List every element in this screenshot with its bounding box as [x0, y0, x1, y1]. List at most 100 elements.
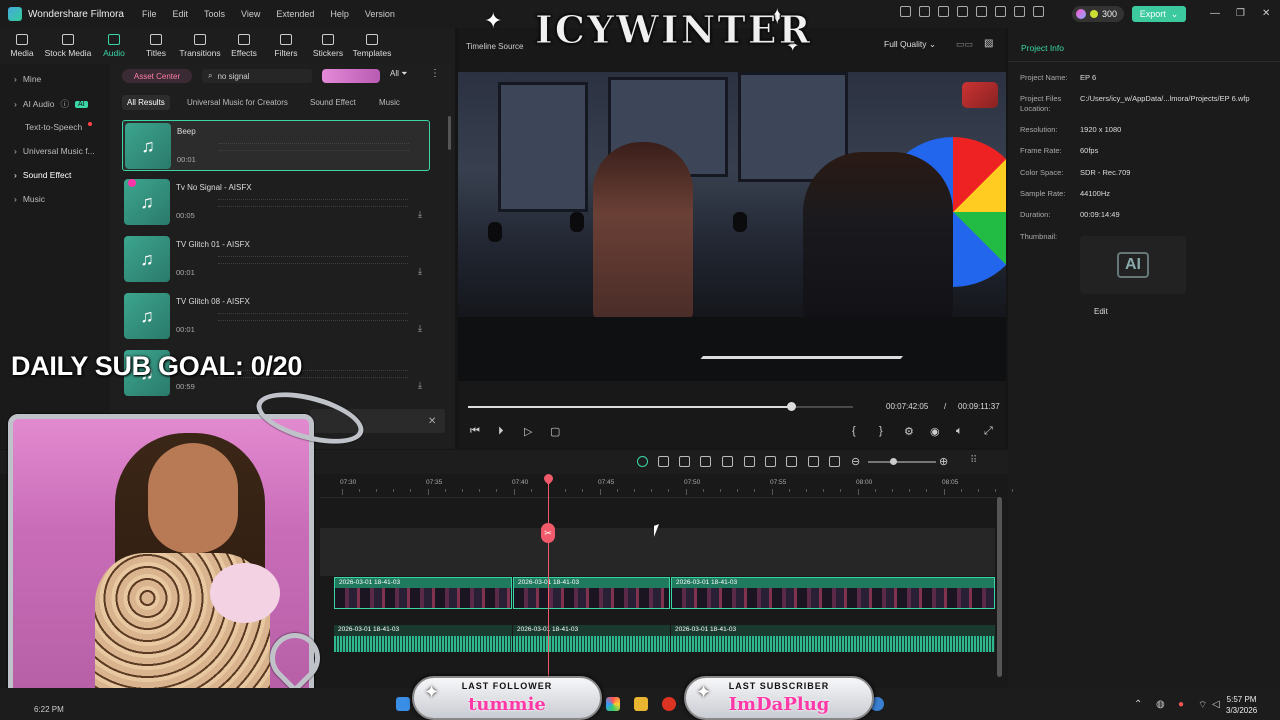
render-icon[interactable]: ⚙ [904, 425, 914, 438]
timeline-ruler[interactable]: 07:30 07:35 07:40 07:45 07:50 07:55 08:00 08:05 [320, 476, 1013, 498]
list-item[interactable]: ♫ Tv No Signal - AISFX 00:05 ⤓ [122, 177, 430, 228]
list-item[interactable]: ♫ TV Glitch 08 - AISFX 00:01 ⤓ [122, 291, 430, 342]
audio-clip[interactable]: 2026-03-01 18-41-03 [671, 625, 995, 652]
image-icon[interactable] [957, 6, 968, 17]
zoom-slider[interactable] [868, 458, 936, 465]
mixer-icon[interactable] [786, 456, 797, 467]
camera-icon[interactable]: ◉ [930, 425, 940, 438]
filter-music[interactable]: Music [379, 98, 400, 107]
nav-sound-effect[interactable]: › Sound Effect [14, 170, 71, 180]
credits-badge[interactable]: 300 [1072, 6, 1124, 22]
video-clip[interactable]: 2026-03-01 18-41-03 [513, 577, 670, 609]
filter-universal-music[interactable]: Universal Music for Creators [187, 98, 288, 107]
close-icon[interactable]: ✕ [428, 416, 436, 427]
crop-icon[interactable] [679, 456, 690, 467]
tool-transitions[interactable]: Transitions [178, 28, 222, 64]
export-button[interactable]: Export ⌄ [1132, 6, 1186, 22]
layout-icon[interactable]: ▭▭ [956, 39, 973, 50]
subtitle-icon[interactable] [808, 456, 819, 467]
folder-icon[interactable] [634, 697, 648, 711]
cloud-icon[interactable] [995, 6, 1006, 17]
list-item[interactable]: ♫ TV Glitch 01 - AISFX 00:01 ⤓ [122, 234, 430, 285]
tool-media[interactable]: Media [2, 28, 42, 64]
caption-icon[interactable] [829, 456, 840, 467]
scrubber-handle[interactable] [787, 402, 797, 411]
send-icon[interactable] [919, 6, 930, 17]
fullscreen-icon[interactable]: ⤢ [984, 425, 993, 438]
filter-sound-effect[interactable]: Sound Effect [310, 98, 356, 107]
quality-dropdown[interactable]: Full Quality ⌄ [884, 39, 936, 50]
nav-mine[interactable]: › Mine [14, 74, 41, 84]
nav-music[interactable]: › Music [14, 194, 45, 204]
more-options-icon[interactable]: ⋮ [430, 68, 440, 79]
mark-in-icon[interactable]: { [852, 425, 856, 437]
volume-icon[interactable]: ◁ [1212, 699, 1220, 710]
scissors-icon[interactable]: ✂ [541, 523, 555, 543]
ai-copilot-icon[interactable] [637, 456, 648, 467]
thumbnail-preview[interactable]: AI [1080, 236, 1186, 294]
menu-version[interactable]: Version [365, 9, 395, 19]
menu-extended[interactable]: Extended [276, 9, 314, 19]
close-icon[interactable]: ✕ [1262, 8, 1270, 19]
volume-icon[interactable]: 🔈︎ [956, 425, 963, 438]
preview-scrubber[interactable] [468, 402, 853, 411]
download-icon[interactable]: ⤓ [418, 266, 422, 277]
windows-start-icon[interactable] [396, 697, 410, 711]
video-clip[interactable]: 2026-03-01 18-41-03 [671, 577, 995, 609]
timeline-scrollbar[interactable] [997, 497, 1002, 677]
monitor-icon[interactable] [938, 6, 949, 17]
speed-icon[interactable] [700, 456, 711, 467]
all-filter-dropdown[interactable]: All ⏷ [390, 69, 408, 79]
nav-ai-audio[interactable]: › AI Audio ⓘ AI [14, 98, 88, 110]
menu-file[interactable]: File [142, 9, 157, 19]
playhead[interactable] [548, 478, 549, 678]
audio-clip[interactable]: 2026-03-01 18-41-03 [334, 625, 512, 652]
list-item[interactable]: ♫ Beep 00:01 [122, 120, 430, 171]
microphone-icon[interactable] [765, 456, 776, 467]
split-icon[interactable] [658, 456, 669, 467]
zoom-in-icon[interactable]: ⊕ [939, 455, 948, 468]
nav-text-to-speech[interactable]: Text-to-Speech [25, 122, 93, 132]
document-icon[interactable] [976, 6, 987, 17]
shield-icon[interactable] [744, 456, 755, 467]
maximize-icon[interactable]: ❐ [1236, 8, 1245, 19]
mark-out-icon[interactable]: } [879, 425, 883, 437]
play-icon[interactable]: ▷ [524, 425, 532, 438]
download-icon[interactable]: ⤓ [418, 380, 422, 391]
menu-edit[interactable]: Edit [172, 9, 188, 19]
zoom-out-icon[interactable]: ⊖ [851, 455, 860, 468]
menu-help[interactable]: Help [330, 9, 349, 19]
grid-icon[interactable]: ⠿ [970, 455, 977, 466]
tool-filters[interactable]: Filters [266, 28, 306, 64]
network-icon[interactable]: ◍ [1156, 699, 1165, 710]
promo-chip[interactable] [322, 69, 380, 83]
minimize-icon[interactable]: — [1210, 8, 1220, 19]
audio-clip[interactable]: 2026-03-01 18-41-03 [513, 625, 670, 652]
play-frame-icon[interactable]: ⏵ [498, 425, 504, 438]
tool-stock-media[interactable]: Stock Media [44, 28, 92, 64]
tool-effects[interactable]: Effects [224, 28, 264, 64]
filter-all-results[interactable]: All Results [122, 95, 170, 110]
chevron-up-icon[interactable]: ⌃ [1134, 699, 1142, 710]
notification-icon[interactable] [1033, 6, 1044, 17]
system-clock[interactable]: 5:57 PM 3/3/2026 [1226, 694, 1257, 716]
gift-icon[interactable] [900, 6, 911, 17]
tool-templates[interactable]: Templates [350, 28, 394, 64]
download-icon[interactable]: ⤓ [418, 209, 422, 220]
tool-audio[interactable]: Audio [94, 28, 134, 64]
rotate-icon[interactable] [722, 456, 733, 467]
search-input[interactable]: ⌕ no signal [202, 69, 312, 83]
copilot-icon[interactable] [606, 697, 620, 711]
wifi-icon[interactable]: ⌔ [1198, 699, 1207, 712]
preview-tabs[interactable]: Timeline Source [466, 42, 524, 51]
support-icon[interactable] [1014, 6, 1025, 17]
menu-view[interactable]: View [241, 9, 260, 19]
menu-tools[interactable]: Tools [204, 9, 225, 19]
stop-icon[interactable]: ▢ [550, 425, 560, 438]
library-scrollbar[interactable] [448, 116, 451, 150]
snapshot-icon[interactable]: ▨ [984, 38, 993, 49]
tool-stickers[interactable]: Stickers [308, 28, 348, 64]
previous-frame-icon[interactable]: ⏮ [470, 425, 480, 438]
nav-universal-music[interactable]: › Universal Music f... [14, 146, 95, 156]
video-clip[interactable]: 2026-03-01 18-41-03 [334, 577, 512, 609]
